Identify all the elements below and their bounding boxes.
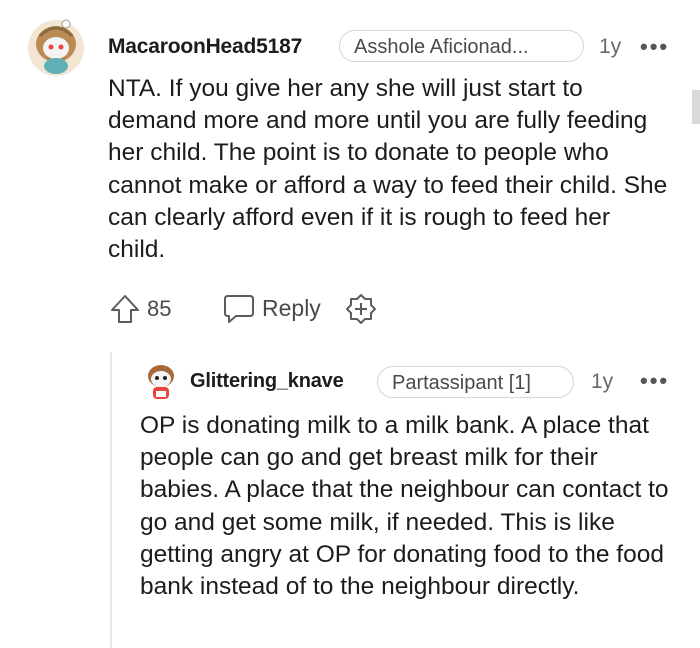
scrollbar[interactable]	[692, 90, 700, 124]
reply-user-flair: Partassipant [1]	[377, 366, 574, 398]
user-avatar[interactable]	[26, 14, 86, 78]
comment-body: NTA. If you give her any she will just s…	[108, 75, 668, 264]
user-flair: Asshole Aficionad...	[339, 30, 584, 62]
reply-username[interactable]: Glittering_knave	[190, 370, 344, 393]
more-options-button[interactable]: •••	[640, 36, 669, 58]
reply-icon-wrapper[interactable]	[222, 293, 256, 325]
reply-more-options-button[interactable]: •••	[640, 370, 669, 392]
snoo-avatar-icon	[28, 19, 84, 76]
reply-button[interactable]: Reply	[262, 295, 321, 322]
upvote-button[interactable]	[108, 292, 144, 326]
comment-age: 1y	[599, 35, 622, 58]
upvote-arrow-icon	[111, 295, 139, 323]
snoo-avatar-icon	[148, 365, 174, 399]
thread-line[interactable]	[110, 352, 112, 648]
reply-user-avatar[interactable]	[143, 362, 179, 402]
award-plus-icon	[346, 294, 376, 324]
comment-username[interactable]: MacaroonHead5187	[108, 35, 302, 59]
reply-bubble-icon	[224, 295, 254, 323]
reply-age: 1y	[591, 370, 614, 393]
award-button[interactable]	[344, 292, 378, 326]
reply-body: OP is donating milk to a milk bank. A pl…	[140, 412, 669, 601]
upvote-count: 85	[147, 296, 172, 321]
